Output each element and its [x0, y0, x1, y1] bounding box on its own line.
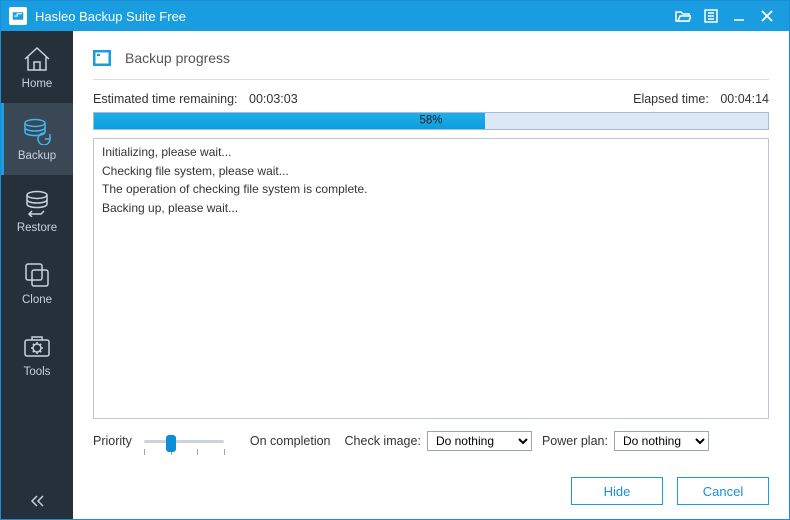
sidebar-item-label: Restore [17, 222, 57, 234]
hide-button[interactable]: Hide [571, 477, 663, 505]
sidebar-item-label: Backup [18, 150, 56, 162]
sidebar-item-clone[interactable]: Clone [1, 247, 73, 319]
sidebar-item-restore[interactable]: Restore [1, 175, 73, 247]
app-title: Hasleo Backup Suite Free [35, 9, 669, 24]
elapsed-value: 00:04:14 [720, 92, 769, 106]
priority-label: Priority [93, 434, 132, 448]
check-image-label: Check image: [345, 434, 421, 448]
log-line: Initializing, please wait... [102, 143, 760, 162]
app-icon [9, 7, 27, 25]
log-icon[interactable] [697, 2, 725, 30]
elapsed-label: Elapsed time: [633, 92, 709, 106]
sidebar-item-label: Clone [22, 294, 52, 306]
remaining-label: Estimated time remaining: [93, 92, 238, 106]
power-plan-select[interactable]: Do nothing [614, 431, 709, 451]
cancel-button[interactable]: Cancel [677, 477, 769, 505]
open-icon[interactable] [669, 2, 697, 30]
progress-bar: 58% [93, 112, 769, 130]
power-plan-label: Power plan: [542, 434, 608, 448]
options-row: Priority On completion Check image: Do n… [93, 429, 769, 453]
time-row: Estimated time remaining: 00:03:03 Elaps… [93, 92, 769, 106]
sidebar-item-tools[interactable]: Tools [1, 319, 73, 391]
log-line: The operation of checking file system is… [102, 180, 760, 199]
page-title: Backup progress [125, 50, 230, 66]
on-completion-label: On completion [250, 434, 331, 448]
log-line: Checking file system, please wait... [102, 162, 760, 181]
priority-slider[interactable] [144, 429, 224, 453]
progress-percent: 58% [419, 114, 442, 126]
page-header: Backup progress [93, 45, 769, 71]
divider [93, 79, 769, 80]
page-icon [93, 49, 111, 67]
clone-icon [20, 260, 54, 290]
action-row: Hide Cancel [93, 477, 769, 505]
tools-icon [20, 332, 54, 362]
sidebar-item-backup[interactable]: Backup [1, 103, 73, 175]
main-panel: Backup progress Estimated time remaining… [73, 31, 789, 519]
remaining-value: 00:03:03 [249, 92, 298, 106]
backup-icon [20, 116, 54, 146]
home-icon [20, 44, 54, 74]
sidebar: Home Backup Restore Clone [1, 31, 73, 519]
log-line: Backing up, please wait... [102, 199, 760, 218]
titlebar: Hasleo Backup Suite Free [1, 1, 789, 31]
sidebar-item-label: Home [22, 78, 53, 90]
minimize-button[interactable] [725, 2, 753, 30]
sidebar-item-home[interactable]: Home [1, 31, 73, 103]
check-image-select[interactable]: Do nothing [427, 431, 532, 451]
sidebar-item-label: Tools [24, 366, 51, 378]
restore-icon [20, 188, 54, 218]
collapse-sidebar-button[interactable] [1, 483, 73, 519]
log-output: Initializing, please wait...Checking fil… [93, 138, 769, 419]
close-button[interactable] [753, 2, 781, 30]
